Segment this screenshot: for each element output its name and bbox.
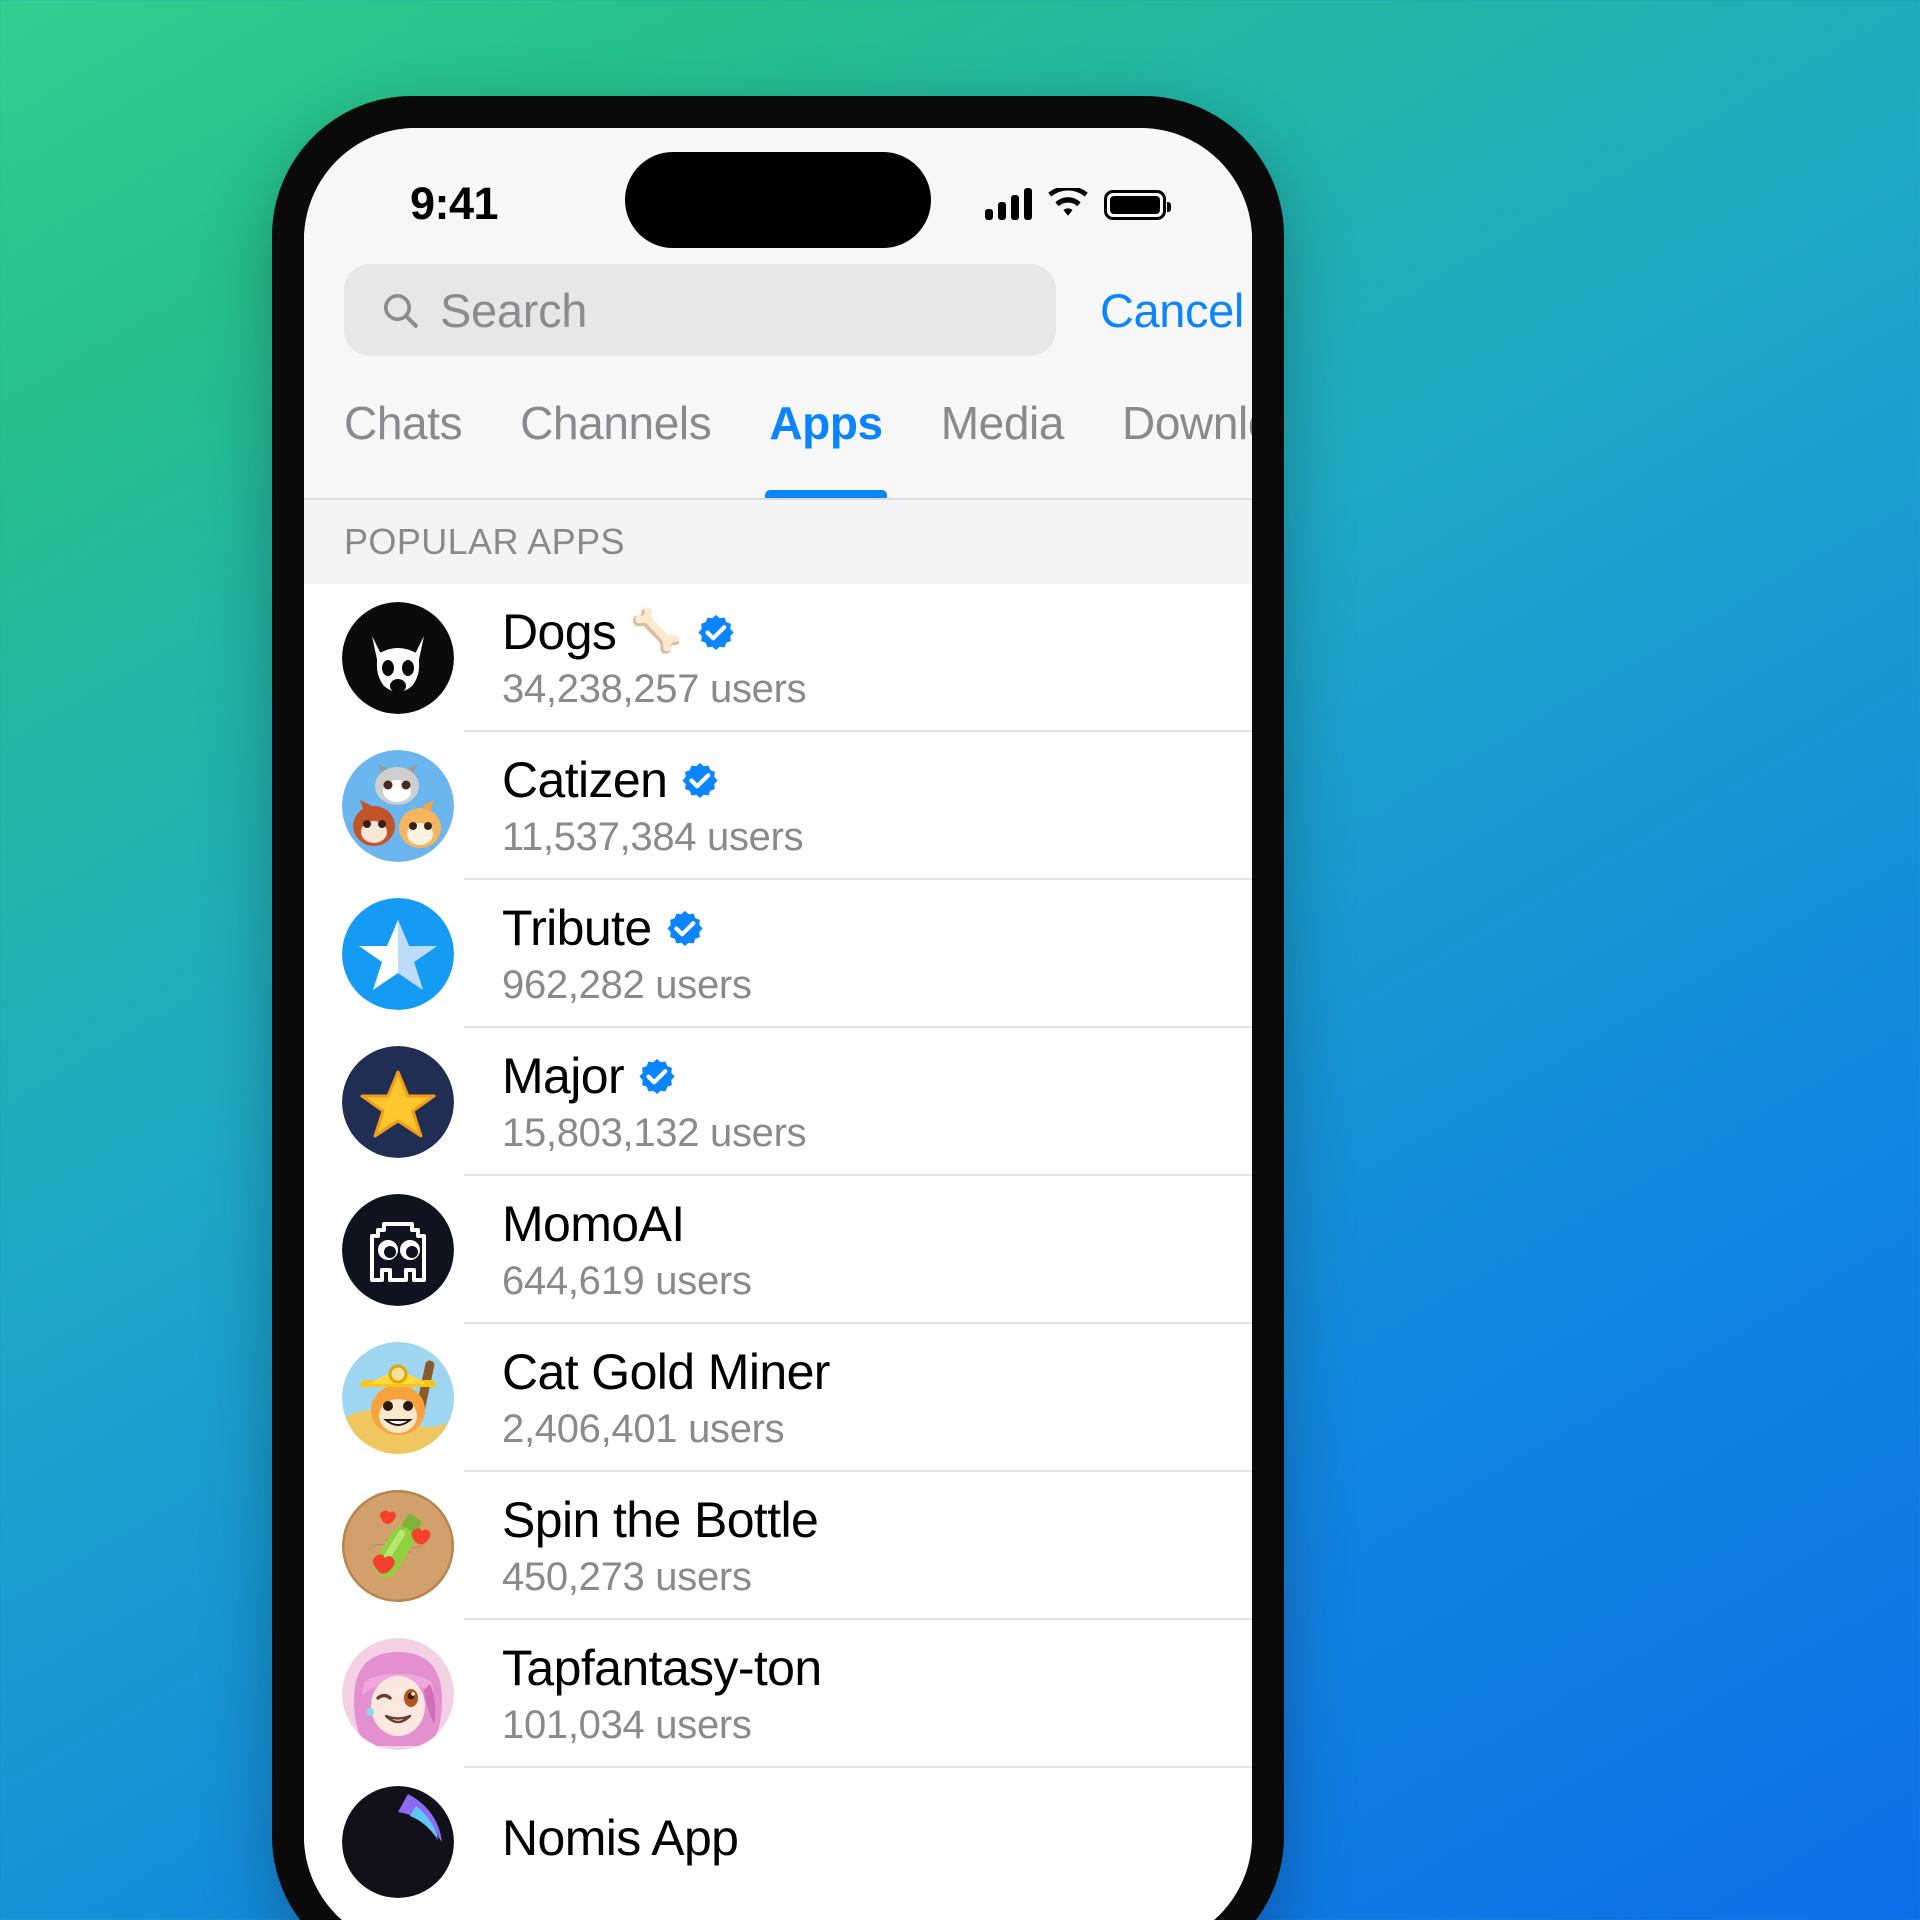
dogs-avatar bbox=[342, 602, 454, 714]
list-item[interactable]: MomoAI 644,619 users bbox=[304, 1176, 1252, 1324]
search-input[interactable]: Search bbox=[344, 264, 1056, 356]
tab-apps[interactable]: Apps bbox=[765, 384, 888, 498]
search-placeholder: Search bbox=[440, 283, 588, 337]
list-item[interactable]: Major 15,803,132 users bbox=[304, 1028, 1252, 1176]
cancel-button[interactable]: Cancel bbox=[1100, 283, 1244, 338]
app-user-count: 15,803,132 users bbox=[502, 1110, 807, 1155]
wifi-icon bbox=[1048, 188, 1088, 216]
app-name: Dogs bbox=[502, 603, 617, 660]
list-item[interactable]: Cat Gold Miner 2,406,401 users bbox=[304, 1324, 1252, 1472]
popular-apps-list: Dogs 🦴 34,238,257 users Catizen 11,537,3… bbox=[304, 584, 1252, 1916]
app-name: Cat Gold Miner bbox=[502, 1343, 830, 1400]
verified-badge-icon bbox=[698, 614, 734, 650]
app-name: Catizen bbox=[502, 751, 668, 808]
app-user-count: 450,273 users bbox=[502, 1554, 752, 1599]
phone-frame: 9:41 Search Cancel Chats Channels Apps M… bbox=[272, 96, 1284, 1920]
app-user-count: 34,238,257 users bbox=[502, 666, 807, 711]
list-item[interactable]: Dogs 🦴 34,238,257 users bbox=[304, 584, 1252, 732]
verified-badge-icon bbox=[682, 762, 718, 798]
app-name: Spin the Bottle bbox=[502, 1491, 819, 1548]
status-bar-indicators bbox=[985, 180, 1171, 220]
catgoldminer-avatar bbox=[342, 1342, 454, 1454]
app-user-count: 11,537,384 users bbox=[502, 814, 804, 859]
bone-emoji-icon: 🦴 bbox=[630, 607, 683, 654]
list-item[interactable]: Catizen 11,537,384 users bbox=[304, 732, 1252, 880]
list-item[interactable]: Spin the Bottle 450,273 users bbox=[304, 1472, 1252, 1620]
section-header-popular-apps: POPULAR APPS bbox=[304, 500, 1252, 584]
app-user-count: 644,619 users bbox=[502, 1258, 752, 1303]
cellular-signal-icon bbox=[985, 188, 1032, 220]
search-icon bbox=[384, 294, 418, 328]
search-bar-row: Search Cancel bbox=[304, 256, 1252, 384]
tab-downloads[interactable]: Downloads bbox=[1122, 384, 1252, 498]
search-filter-tabs: Chats Channels Apps Media Downloads Link… bbox=[304, 384, 1252, 500]
app-name: Nomis App bbox=[502, 1810, 739, 1866]
tab-media[interactable]: Media bbox=[941, 384, 1065, 498]
app-name: MomoAI bbox=[502, 1195, 685, 1252]
app-user-count: 101,034 users bbox=[502, 1702, 752, 1747]
major-avatar bbox=[342, 1046, 454, 1158]
tab-channels[interactable]: Channels bbox=[520, 384, 712, 498]
tab-chats[interactable]: Chats bbox=[344, 384, 463, 498]
verified-badge-icon bbox=[666, 910, 703, 946]
status-bar-time: 9:41 bbox=[410, 178, 499, 229]
catizen-avatar bbox=[342, 750, 454, 862]
battery-icon bbox=[1104, 190, 1171, 220]
list-item[interactable]: Tapfantasy-ton 101,034 users bbox=[304, 1620, 1252, 1768]
status-bar: 9:41 bbox=[304, 128, 1252, 256]
list-item[interactable]: Nomis App bbox=[304, 1768, 1252, 1916]
verified-badge-icon bbox=[639, 1058, 675, 1094]
app-user-count: 2,406,401 users bbox=[502, 1406, 785, 1451]
app-name: Tapfantasy-ton bbox=[502, 1639, 822, 1696]
nomis-avatar bbox=[342, 1786, 454, 1898]
tribute-avatar bbox=[342, 898, 454, 1010]
list-item[interactable]: Tribute 962,282 users bbox=[304, 880, 1252, 1028]
app-name: Tribute bbox=[502, 899, 652, 956]
spinbottle-avatar bbox=[342, 1490, 454, 1602]
phone-screen: 9:41 Search Cancel Chats Channels Apps M… bbox=[304, 128, 1252, 1920]
app-name: Major bbox=[502, 1047, 625, 1104]
momoai-avatar bbox=[342, 1194, 454, 1306]
dynamic-island bbox=[625, 152, 931, 248]
tapfantasy-avatar bbox=[342, 1638, 454, 1750]
app-user-count: 962,282 users bbox=[502, 962, 752, 1007]
